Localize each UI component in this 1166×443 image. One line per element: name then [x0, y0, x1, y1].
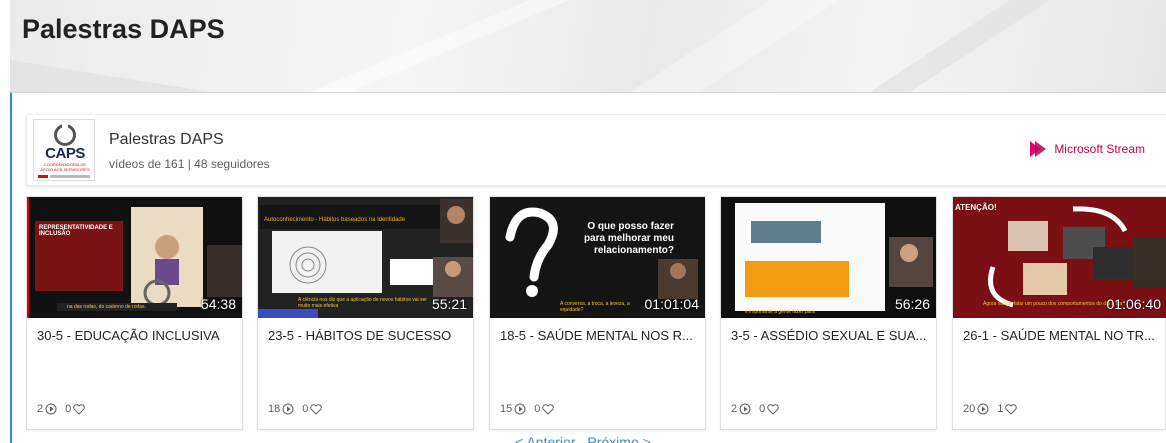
heart-icon	[767, 403, 780, 415]
play-circle-icon	[977, 403, 989, 415]
video-card[interactable]: é importante a gente fazer para 56:26 3-…	[720, 196, 937, 430]
video-stats: 2 0	[37, 403, 86, 415]
views-stat: 15	[500, 403, 526, 415]
video-card[interactable]: Autoconhecimento - Hábitos baseados na I…	[257, 196, 474, 430]
likes-count: 0	[759, 403, 766, 415]
video-stats: 15 0	[500, 403, 555, 415]
views-count: 2	[37, 403, 44, 415]
thumbnail-caption: A conversa, a troca, a leveza, a equidad…	[560, 301, 630, 313]
video-stats: 18 0	[268, 403, 323, 415]
views-count: 18	[268, 403, 281, 415]
heart-icon	[542, 403, 555, 415]
likes-count: 0	[302, 403, 309, 415]
views-count: 2	[731, 403, 738, 415]
views-stat: 2	[731, 403, 751, 415]
heart-icon	[310, 403, 323, 415]
video-title[interactable]: 26-1 - SAÚDE MENTAL NO TR...	[963, 328, 1163, 343]
likes-stat[interactable]: 1	[997, 403, 1018, 415]
logo-text: CAPS	[45, 145, 85, 162]
video-thumbnail[interactable]: O que posso fazer para melhorar meu rela…	[490, 197, 705, 318]
views-count: 20	[963, 403, 976, 415]
video-thumbnail[interactable]: é importante a gente fazer para 56:26	[721, 197, 936, 318]
page-title: Palestras DAPS	[22, 14, 225, 44]
logo-ring-icon	[54, 123, 76, 146]
channel-logo[interactable]: CAPS COORDENADORIA DE APOIO AOS SERVIDOR…	[33, 119, 95, 181]
views-stat: 18	[268, 403, 294, 415]
video-thumbnail[interactable]: Autoconhecimento - Hábitos baseados na I…	[258, 197, 473, 318]
video-duration: 54:38	[200, 296, 236, 312]
likes-count: 0	[534, 403, 541, 415]
thumbnail-heading: O que posso fazer para melhorar meu rela…	[583, 221, 674, 256]
likes-stat[interactable]: 0	[65, 403, 86, 415]
microsoft-stream-label: Microsoft Stream	[1054, 142, 1145, 156]
video-title[interactable]: 3-5 - ASSÉDIO SEXUAL E SUA...	[731, 328, 931, 343]
video-title[interactable]: 18-5 - SAÚDE MENTAL NOS R...	[500, 328, 700, 343]
video-title[interactable]: 23-5 - HÁBITOS DE SUCESSO	[268, 328, 468, 343]
pagination: < Anterior Próximo >	[0, 434, 1166, 443]
video-stats: 20 1	[963, 403, 1018, 415]
video-card[interactable]: ATENÇÃO! Agora vamos falar um pouco dos …	[952, 196, 1166, 430]
likes-count: 1	[997, 403, 1004, 415]
video-thumbnail[interactable]: REPRESENTATIVIDADE E INCLUSÃO na das rod…	[27, 197, 242, 318]
play-circle-icon	[282, 403, 294, 415]
heart-icon	[73, 403, 86, 415]
views-stat: 20	[963, 403, 989, 415]
thumbnail-caption: na das rodas, do caderno de rodas.	[67, 304, 146, 310]
page-banner: Palestras DAPS	[10, 0, 1166, 92]
thumbnail-heading: Autoconhecimento - Hábitos baseados na I…	[264, 217, 406, 223]
likes-count: 0	[65, 403, 72, 415]
thumbnail-caption: é importante a gente fazer para	[745, 309, 815, 315]
logo-bar-secondary	[50, 175, 90, 178]
heart-icon	[1005, 403, 1018, 415]
thumbnail-heading: REPRESENTATIVIDADE E INCLUSÃO	[39, 225, 113, 237]
likes-stat[interactable]: 0	[534, 403, 555, 415]
video-stats: 2 0	[731, 403, 780, 415]
microsoft-stream-link[interactable]: Microsoft Stream	[1030, 141, 1145, 157]
page: Palestras DAPS CAPS COORDENADORIA DE APO…	[0, 0, 1166, 443]
previous-page-link[interactable]: < Anterior	[515, 434, 575, 443]
next-page-link[interactable]: Próximo >	[587, 434, 650, 443]
logo-bar	[38, 175, 48, 178]
logo-subtitle: COORDENADORIA DE APOIO AOS SERVIDORES	[40, 162, 90, 172]
video-duration: 01:06:40	[1106, 296, 1162, 312]
video-duration: 55:21	[431, 296, 467, 312]
thumbnail-caption: A ciência nos diz que a aplicação de nov…	[298, 297, 427, 309]
video-card[interactable]: O que posso fazer para melhorar meu rela…	[489, 196, 706, 430]
views-count: 15	[500, 403, 513, 415]
video-card[interactable]: REPRESENTATIVIDADE E INCLUSÃO na das rod…	[26, 196, 243, 430]
views-stat: 2	[37, 403, 57, 415]
play-circle-icon	[739, 403, 751, 415]
likes-stat[interactable]: 0	[302, 403, 323, 415]
channel-name[interactable]: Palestras DAPS	[109, 131, 224, 149]
video-title[interactable]: 30-5 - EDUCAÇÃO INCLUSIVA	[37, 328, 237, 343]
channel-meta: vídeos de 161 | 48 seguidores	[109, 157, 270, 171]
microsoft-stream-icon	[1030, 141, 1047, 157]
channel-header: CAPS COORDENADORIA DE APOIO AOS SERVIDOR…	[26, 114, 1166, 186]
play-circle-icon	[514, 403, 526, 415]
thumbnail-heading: ATENÇÃO!	[955, 203, 997, 212]
video-thumbnail[interactable]: ATENÇÃO! Agora vamos falar um pouco dos …	[953, 197, 1166, 318]
likes-stat[interactable]: 0	[759, 403, 780, 415]
video-duration: 01:01:04	[644, 296, 700, 312]
video-duration: 56:26	[894, 296, 930, 312]
play-circle-icon	[45, 403, 57, 415]
